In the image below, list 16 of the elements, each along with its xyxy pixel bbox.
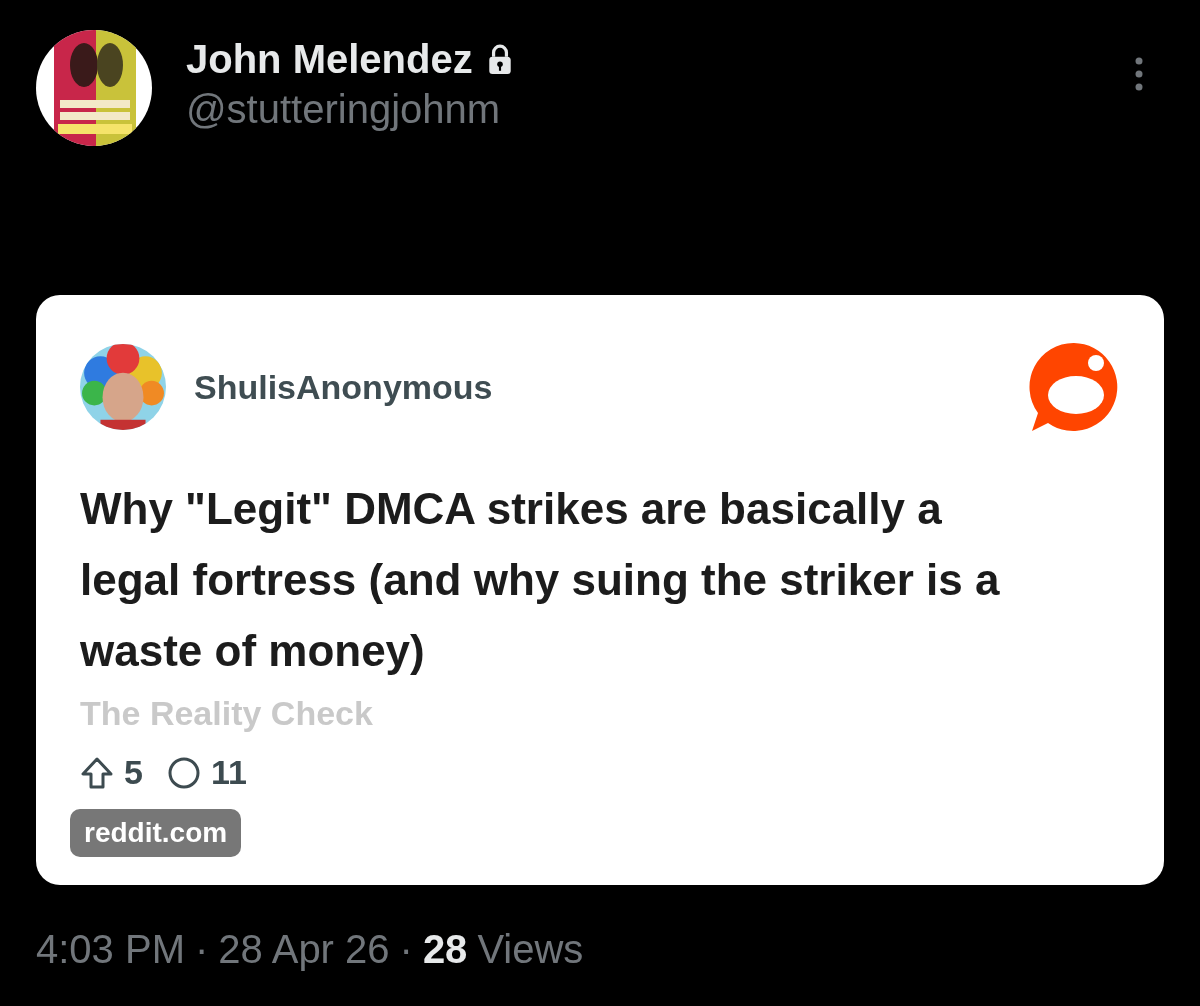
username[interactable]: @stutteringjohnm — [186, 84, 513, 134]
post-title: Why "Legit" DMCA strikes are basically a legal fortress (and why suing the striker is a waste of money) — [80, 483, 1001, 677]
domain-label: reddit.com — [70, 809, 242, 857]
more-options-icon[interactable] — [1134, 56, 1144, 92]
separator: · — [399, 927, 413, 972]
views-count: 28 — [422, 927, 468, 972]
separator: · — [194, 927, 209, 972]
upvote-icon — [80, 755, 114, 790]
display-name[interactable]: John Melendez — [186, 34, 473, 84]
comment-count: 11 — [210, 753, 247, 792]
comment-icon — [166, 755, 201, 790]
post-time[interactable]: 4:03 PM — [36, 927, 185, 972]
post-date[interactable]: 28 Apr 26 — [218, 927, 390, 972]
views-label: Views — [477, 927, 584, 972]
poster-name: ShulisAnonymous — [194, 367, 493, 407]
upvote-count: 5 — [124, 753, 143, 792]
